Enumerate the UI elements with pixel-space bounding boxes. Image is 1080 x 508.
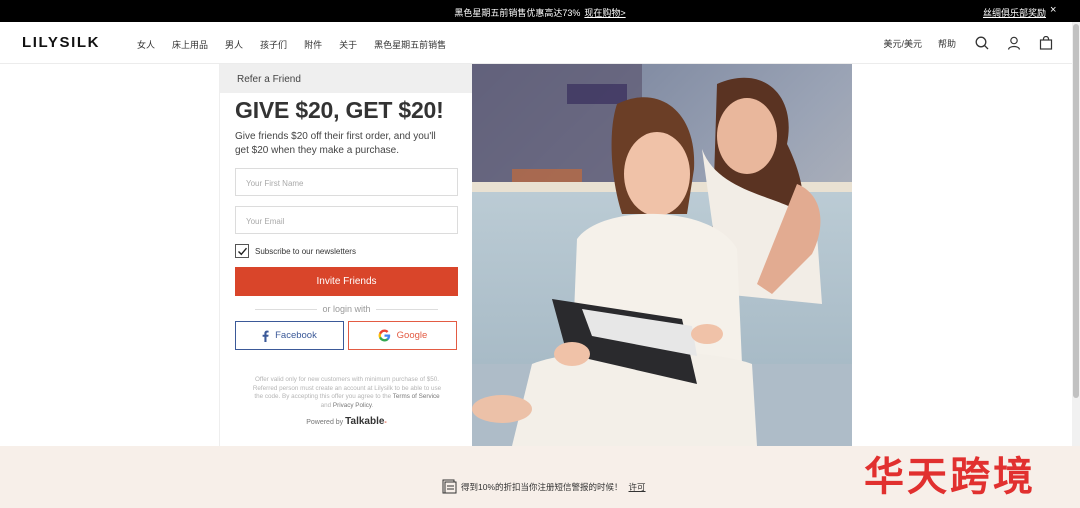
currency-selector[interactable]: 美元/美元 [883, 37, 922, 50]
sms-signup-text: 得到10%的折扣当你注册短信警报的时候！ [461, 481, 623, 492]
silk-club-link[interactable]: 丝绸俱乐部奖励 [983, 6, 1046, 19]
scrollbar-thumb[interactable] [1073, 24, 1079, 398]
nav-item-about[interactable]: 关于 [339, 38, 357, 51]
bag-icon[interactable] [1036, 33, 1056, 53]
check-icon [237, 247, 247, 255]
sms-permission-link[interactable]: 许可 [629, 481, 646, 493]
talkable-mark-icon: - [384, 419, 387, 426]
sms-signup-message: 得到10%的折扣当你注册短信警报的时候！ 许可 [442, 479, 646, 494]
nav-item-women[interactable]: 女人 [137, 38, 155, 51]
user-icon[interactable] [1004, 33, 1024, 53]
nav-item-accessories[interactable]: 附件 [304, 38, 322, 51]
page-scrollbar[interactable] [1072, 22, 1080, 446]
header-actions: 美元/美元 帮助 [883, 33, 1056, 53]
facebook-icon [262, 330, 269, 342]
offer-description: Give friends $20 off their first order, … [235, 131, 436, 156]
help-link[interactable]: 帮助 [938, 37, 956, 50]
fine-print: Offer valid only for new customers with … [252, 376, 442, 409]
main-nav: 女人 床上用品 男人 孩子们 附件 关于 黑色星期五前销售 [137, 38, 463, 51]
promo-text: 黑色星期五前销售优惠高达73% [454, 8, 581, 18]
logo[interactable]: LILYSILK [22, 34, 100, 51]
google-icon [378, 329, 391, 342]
promo-message: 黑色星期五前销售优惠高达73% 现在购物> [0, 6, 1080, 19]
facebook-label: Facebook [275, 330, 317, 341]
nav-item-kids[interactable]: 孩子们 [260, 38, 287, 51]
watermark: 华天跨境 [864, 454, 1036, 500]
powered-by: Powered by Talkable- [235, 416, 458, 427]
nav-item-bedding[interactable]: 床上用品 [172, 38, 208, 51]
google-login-button[interactable]: Google [348, 321, 457, 350]
panel-heading: Refer a Friend [220, 64, 472, 93]
privacy-link[interactable]: Privacy Policy [333, 402, 372, 409]
fine-print-and: and [320, 401, 332, 409]
subscribe-checkbox[interactable] [235, 244, 249, 258]
subscribe-row: Subscribe to our newsletters [235, 244, 356, 258]
talkable-logo[interactable]: Talkable [345, 416, 384, 427]
promo-shop-link[interactable]: 现在购物> [584, 8, 625, 18]
site-header: LILYSILK 女人 床上用品 男人 孩子们 附件 关于 黑色星期五前销售 美… [0, 22, 1072, 64]
promo-bar: 黑色星期五前销售优惠高达73% 现在购物> 丝绸俱乐部奖励 × [0, 0, 1080, 22]
invite-friends-button[interactable]: Invite Friends [235, 267, 458, 296]
first-name-input[interactable]: Your First Name [235, 168, 458, 196]
email-input[interactable]: Your Email [235, 206, 458, 234]
search-icon[interactable] [972, 33, 992, 53]
subscribe-label: Subscribe to our newsletters [255, 246, 356, 256]
hero-photo [472, 64, 852, 446]
facebook-login-button[interactable]: Facebook [235, 321, 344, 350]
terms-link[interactable]: Terms of Service [393, 393, 440, 400]
referral-panel: Refer a Friend GIVE $20, GET $20! Give f… [219, 64, 472, 446]
powered-by-text: Powered by [306, 419, 344, 426]
google-label: Google [396, 330, 428, 341]
close-icon[interactable]: × [1050, 4, 1056, 16]
nav-item-men[interactable]: 男人 [225, 38, 243, 51]
lifestyle-image [472, 64, 852, 446]
or-login-divider: or login with [235, 304, 458, 314]
nav-item-black-friday[interactable]: 黑色星期五前销售 [374, 38, 446, 51]
sms-icon [442, 479, 457, 494]
offer-title: GIVE $20, GET $20! [235, 97, 444, 123]
